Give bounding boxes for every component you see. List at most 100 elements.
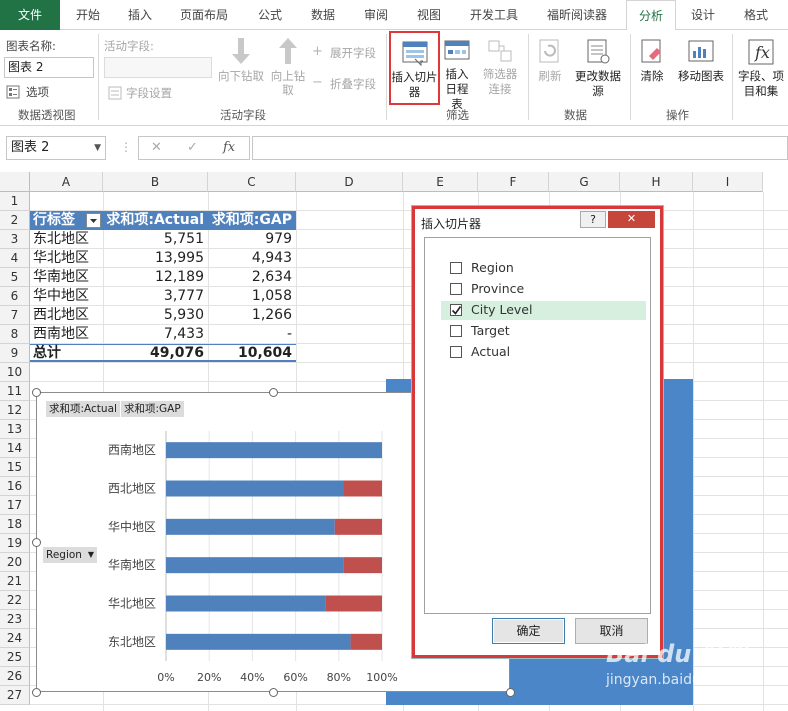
resize-handle[interactable]	[32, 538, 41, 547]
tab-analyze[interactable]: 分析	[626, 0, 676, 31]
refresh-button[interactable]: 刷新	[532, 38, 568, 83]
field-button-actual[interactable]: 求和项:Actual	[46, 401, 120, 417]
row-header[interactable]: 17	[0, 496, 30, 515]
row-header[interactable]: 21	[0, 572, 30, 591]
tab-format[interactable]: 格式	[734, 0, 778, 30]
drill-down-button[interactable]: 向下钻取	[216, 36, 266, 83]
resize-handle[interactable]	[269, 688, 278, 697]
bar-segment[interactable]	[166, 633, 351, 650]
pivot-name-input[interactable]: 图表 2	[4, 57, 94, 78]
column-header[interactable]: A	[30, 172, 103, 192]
tab-home[interactable]: 开始	[66, 0, 110, 30]
field-item[interactable]: Target	[441, 322, 646, 341]
row-header[interactable]: 3	[0, 230, 30, 249]
row-header[interactable]: 19	[0, 534, 30, 553]
drill-up-button[interactable]: 向上钻取	[268, 36, 308, 97]
pivot-cell-label[interactable]: 东北地区	[33, 230, 103, 249]
pivot-cell-gap[interactable]: 1,058	[208, 287, 296, 306]
column-header[interactable]: B	[103, 172, 208, 192]
resize-handle[interactable]	[32, 688, 41, 697]
bar-segment[interactable]	[166, 442, 382, 459]
row-header[interactable]: 8	[0, 325, 30, 344]
tab-page-layout[interactable]: 页面布局	[172, 0, 236, 30]
insert-function-icon[interactable]: fx	[223, 140, 235, 155]
pivot-cell-gap[interactable]: 2,634	[208, 268, 296, 287]
row-header[interactable]: 7	[0, 306, 30, 325]
row-header[interactable]: 1	[0, 192, 30, 211]
cancel-icon[interactable]: ✕	[151, 140, 162, 155]
column-header[interactable]: H	[620, 172, 693, 192]
field-item[interactable]: Actual	[441, 343, 646, 362]
tab-data[interactable]: 数据	[303, 0, 343, 30]
row-labels-filter-button[interactable]	[86, 213, 101, 228]
tab-review[interactable]: 审阅	[356, 0, 396, 30]
row-header[interactable]: 5	[0, 268, 30, 287]
row-header[interactable]: 12	[0, 401, 30, 420]
column-header[interactable]: F	[478, 172, 549, 192]
row-header[interactable]: 6	[0, 287, 30, 306]
row-header[interactable]: 24	[0, 629, 30, 648]
tab-design[interactable]: 设计	[680, 0, 726, 30]
row-header[interactable]: 14	[0, 439, 30, 458]
pivot-cell-gap[interactable]: 1,266	[208, 306, 296, 325]
bar-segment[interactable]	[350, 633, 382, 650]
column-header[interactable]: E	[403, 172, 478, 192]
tab-formulas[interactable]: 公式	[250, 0, 290, 30]
field-checkbox[interactable]	[450, 325, 462, 337]
row-header[interactable]: 15	[0, 458, 30, 477]
row-header[interactable]: 4	[0, 249, 30, 268]
ok-button[interactable]: 确定	[492, 618, 565, 644]
row-header[interactable]: 16	[0, 477, 30, 496]
row-header[interactable]: 13	[0, 420, 30, 439]
bar-segment[interactable]	[343, 480, 382, 497]
row-header[interactable]: 11	[0, 382, 30, 401]
field-item[interactable]: Province	[441, 280, 646, 299]
bar-segment[interactable]	[166, 557, 344, 574]
pivot-cell-label[interactable]: 华南地区	[33, 268, 103, 287]
expand-field-button[interactable]: + 展开字段	[312, 44, 392, 62]
field-settings-button[interactable]: 字段设置	[108, 84, 188, 102]
field-list[interactable]: Region Province City Level Target Actual	[424, 237, 651, 614]
field-checkbox[interactable]	[450, 304, 462, 316]
filter-connections-button[interactable]: 筛选器连接	[480, 38, 520, 97]
pivot-cell-gap[interactable]: -	[208, 325, 296, 344]
field-checkbox[interactable]	[450, 283, 462, 295]
insert-slicer-button[interactable]: 插入切片器	[389, 31, 440, 105]
pivot-cell-label[interactable]: 华北地区	[33, 249, 103, 268]
pivot-cell-label[interactable]: 华中地区	[33, 287, 103, 306]
row-header[interactable]: 26	[0, 667, 30, 686]
close-button[interactable]: ✕	[608, 211, 655, 228]
column-header[interactable]: G	[549, 172, 620, 192]
bar-segment[interactable]	[334, 518, 382, 535]
bar-segment[interactable]	[343, 557, 382, 574]
tab-developer[interactable]: 开发工具	[462, 0, 526, 30]
change-data-source-button[interactable]: 更改数据源	[572, 38, 624, 99]
tab-foxit-reader[interactable]: 福昕阅读器	[538, 0, 616, 30]
field-checkbox[interactable]	[450, 262, 462, 274]
formula-input[interactable]	[252, 136, 788, 160]
pivot-cell-actual[interactable]: 5,930	[103, 306, 208, 325]
column-header[interactable]: D	[296, 172, 403, 192]
row-header[interactable]: 20	[0, 553, 30, 572]
field-button-gap[interactable]: 求和项:GAP	[121, 401, 184, 417]
field-item[interactable]: City Level	[441, 301, 646, 320]
pivot-cell-gap[interactable]: 979	[208, 230, 296, 249]
tab-file[interactable]: 文件	[0, 0, 60, 30]
field-button-region[interactable]: Region ▼	[43, 547, 97, 563]
pivot-cell-actual[interactable]: 12,189	[103, 268, 208, 287]
row-header[interactable]: 25	[0, 648, 30, 667]
clear-button[interactable]: 清除	[634, 38, 670, 83]
row-header[interactable]: 2	[0, 211, 30, 230]
pivot-cell-label[interactable]: 西南地区	[33, 325, 103, 344]
column-header[interactable]: I	[693, 172, 763, 192]
help-button[interactable]: ?	[580, 211, 606, 228]
row-header[interactable]: 27	[0, 686, 30, 705]
pivot-cell-actual[interactable]: 5,751	[103, 230, 208, 249]
row-header[interactable]: 18	[0, 515, 30, 534]
pivot-cell-actual[interactable]: 3,777	[103, 287, 208, 306]
bar-segment[interactable]	[166, 480, 344, 497]
tab-view[interactable]: 视图	[409, 0, 449, 30]
row-header[interactable]: 10	[0, 363, 30, 382]
enter-icon[interactable]: ✓	[187, 140, 198, 155]
options-button[interactable]: 选项	[6, 83, 86, 101]
